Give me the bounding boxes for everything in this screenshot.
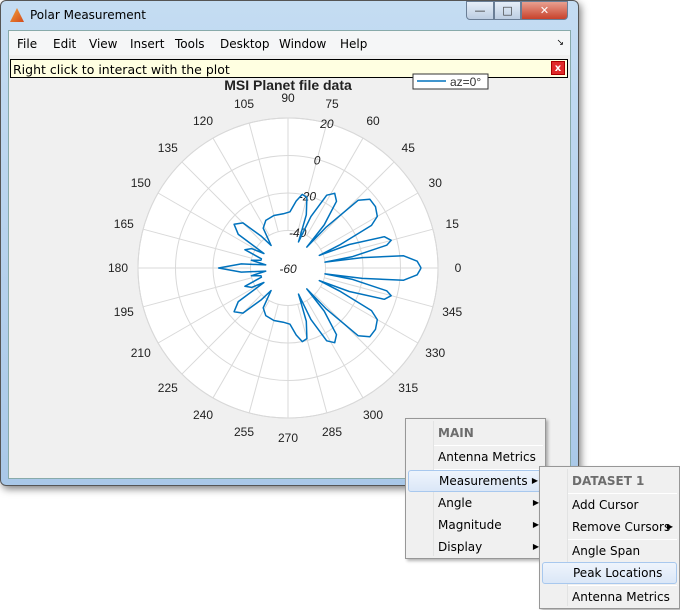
menu-item-remove-cursors[interactable]: Remove Cursors ▶	[542, 516, 677, 538]
angle-tick-label: 195	[114, 305, 134, 319]
angle-tick-label: 315	[398, 381, 418, 395]
menu-item-measurements[interactable]: Measurements ▶	[408, 470, 543, 492]
angle-tick-label: 240	[193, 408, 213, 422]
magnitude-tick-label: 0	[314, 153, 321, 167]
magnitude-tick-label: 20	[319, 117, 334, 131]
angle-tick-label: 270	[278, 431, 298, 445]
angle-tick-label: 0	[455, 261, 462, 275]
polar-axes: 0 15 30 45 60 75 90 105 120 135 150 165 180 195 210 225…	[108, 91, 463, 445]
angle-tick-label: 255	[234, 425, 254, 439]
menu-item-label: Display	[438, 540, 483, 554]
menu-item-label: Measurements	[439, 474, 528, 488]
angle-tick-label: 90	[281, 91, 295, 105]
angle-tick-label: 135	[158, 141, 178, 155]
angle-tick-label: 180	[108, 261, 128, 275]
magnitude-tick-label: -20	[299, 190, 317, 204]
menu-item-display[interactable]: Display ▶	[408, 536, 543, 558]
menu-header-main: MAIN	[438, 426, 474, 440]
submenu-arrow-icon: ▶	[531, 476, 538, 485]
menu-item-antenna-metrics[interactable]: Antenna Metrics	[542, 586, 677, 608]
angle-tick-label: 165	[114, 217, 134, 231]
legend-label: az=0°	[450, 75, 481, 89]
angle-tick-label: 225	[158, 381, 178, 395]
menu-header-dataset: DATASET 1	[572, 474, 645, 488]
menu-item-peak-locations[interactable]: Peak Locations	[542, 562, 677, 584]
menu-item-label: Angle	[438, 496, 473, 510]
angle-tick-label: 150	[131, 176, 151, 190]
angle-tick-label: 285	[322, 425, 342, 439]
menu-item-magnitude[interactable]: Magnitude ▶	[408, 514, 543, 536]
magnitude-tick-label: -40	[289, 226, 307, 240]
angle-tick-label: 300	[363, 408, 383, 422]
menu-item-angle-span[interactable]: Angle Span	[542, 540, 677, 562]
menu-item-antenna-metrics[interactable]: Antenna Metrics	[408, 446, 543, 468]
menu-item-angle[interactable]: Angle ▶	[408, 492, 543, 514]
angle-tick-label: 60	[366, 114, 380, 128]
angle-tick-label: 30	[429, 176, 443, 190]
angle-tick-label: 15	[446, 217, 460, 231]
angle-tick-label: 45	[402, 141, 416, 155]
measurements-submenu: DATASET 1 Add Cursor Remove Cursors ▶ Ang…	[539, 466, 680, 609]
menu-item-label: Remove Cursors	[572, 520, 671, 534]
angle-tick-label: 330	[425, 346, 445, 360]
angle-tick-label: 75	[325, 97, 339, 111]
angle-tick-label: 120	[193, 114, 213, 128]
angle-tick-label: 105	[234, 97, 254, 111]
menu-item-label: Magnitude	[438, 518, 502, 532]
submenu-arrow-icon: ▶	[666, 522, 673, 531]
angle-tick-label: 210	[131, 346, 151, 360]
context-menu: MAIN Antenna Metrics Measurements ▶ Angle…	[405, 418, 546, 559]
menu-item-add-cursor[interactable]: Add Cursor	[542, 494, 677, 516]
angle-tick-label: 345	[442, 305, 462, 319]
magnitude-tick-label: -60	[279, 262, 297, 276]
